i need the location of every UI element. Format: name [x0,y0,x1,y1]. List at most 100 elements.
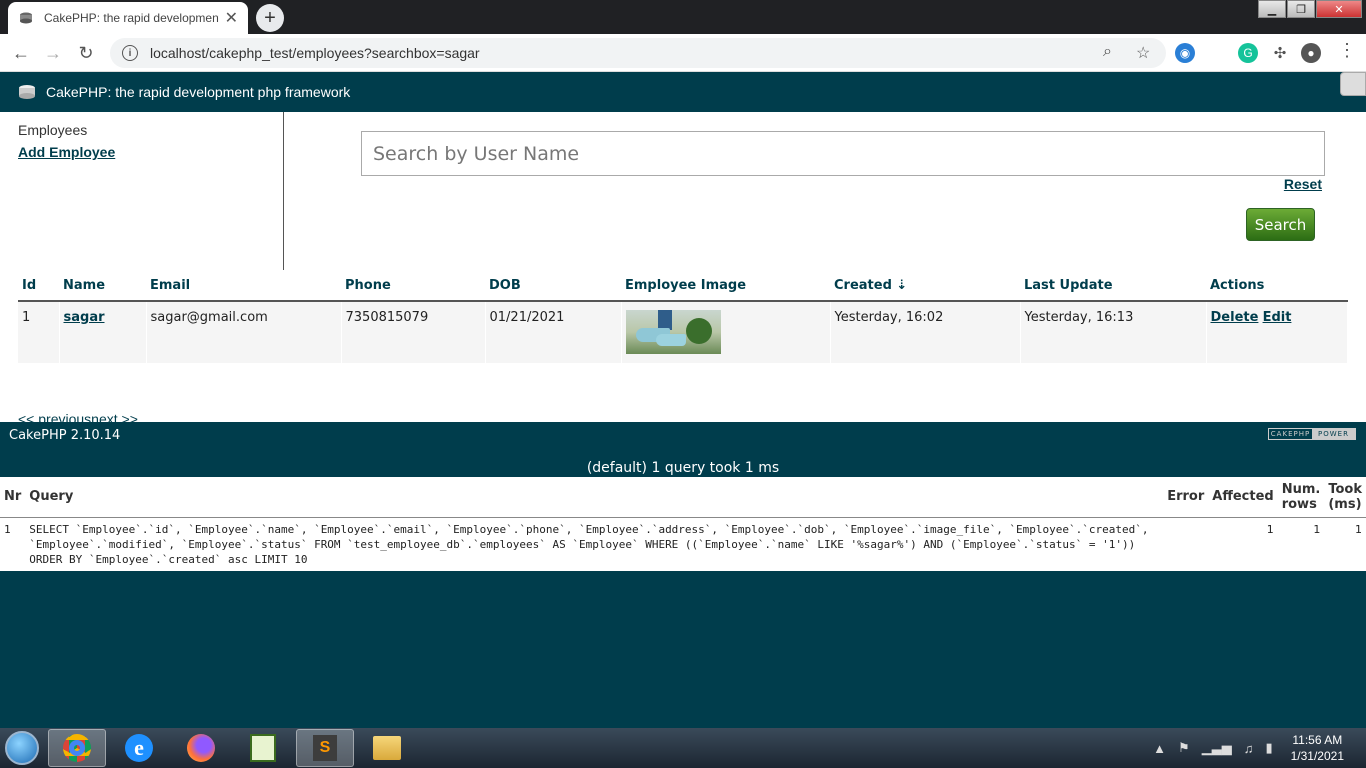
clock[interactable]: 11:56 AM 1/31/2021 [1291,732,1344,764]
col-header-phone[interactable]: Phone [341,276,485,302]
start-button[interactable] [0,728,44,768]
window-controls: ▁ ❐ ✕ [1257,0,1362,20]
taskbar-chrome[interactable] [48,729,106,767]
menu-kebab-icon[interactable]: ⋮ [1338,40,1356,61]
cell-created: Yesterday, 16:02 [830,301,1021,363]
sublime-text-icon: S [313,735,337,761]
window-close-icon[interactable]: ✕ [1316,0,1362,18]
back-arrow-icon[interactable]: ← [10,42,32,64]
tray-expand-icon[interactable]: ▲ [1153,741,1166,756]
sql-col-affected: Affected [1208,477,1278,518]
bookmark-star-icon[interactable]: ☆ [1136,43,1150,63]
taskbar-explorer[interactable] [358,729,416,767]
employee-name-link[interactable]: sagar [64,310,105,325]
cell-dob: 01/21/2021 [485,301,622,363]
sql-col-num-rows: Num. rows [1277,477,1325,518]
col-header-image[interactable]: Employee Image [621,276,830,302]
sql-col-nr: Nr [0,477,26,518]
search-input[interactable] [361,131,1325,176]
forward-arrow-icon[interactable]: → [42,42,64,64]
sidebar-heading: Employees [18,122,88,138]
app-root: CakePHP: the rapid development php frame… [0,72,1366,427]
browser-tab-strip: CakePHP: the rapid development ✕ + ▁ ❐ ✕ [0,0,1366,34]
col-header-created[interactable]: Created ⇣ [830,276,1020,302]
url-omnibox[interactable]: i localhost/cakephp_test/employees?searc… [110,38,1166,68]
site-info-icon[interactable]: i [122,45,138,61]
delete-link[interactable]: Delete [1211,310,1259,325]
col-header-actions: Actions [1206,276,1348,302]
employees-table: Id Name Email Phone DOB Employee Image C… [18,276,1348,363]
reset-link[interactable]: Reset [1284,176,1322,192]
sql-cell-took: 1 [1355,522,1362,536]
app-header: CakePHP: the rapid development php frame… [0,72,1366,112]
browser-tab[interactable]: CakePHP: the rapid development ✕ [8,2,248,34]
sidebar: Employees Add Employee [0,112,284,270]
zoom-icon[interactable]: ⌕ [1103,43,1112,61]
edit-link[interactable]: Edit [1263,310,1292,325]
cell-email: sagar@gmail.com [146,301,342,363]
table-row: 1 sagar sagar@gmail.com 7350815079 01/21… [18,301,1348,363]
cakephp-logo-icon [19,85,35,99]
address-bar-row: ← → ↻ i localhost/cakephp_test/employees… [0,34,1366,72]
taskbar-firefox[interactable] [172,729,230,767]
extension-globe-icon[interactable]: ◉ [1175,43,1195,63]
cell-image [621,301,831,363]
url-text: localhost/cakephp_test/employees?searchb… [150,45,480,61]
tab-close-icon[interactable]: ✕ [225,8,238,28]
grammarly-icon[interactable]: G [1238,43,1258,63]
table-header-row: Id Name Email Phone DOB Employee Image C… [18,276,1348,302]
sql-log-table: Nr Query Error Affected Num. rows Took (… [0,477,1366,571]
cakephp-power-badge[interactable]: CAKEPHP POWER [1268,428,1356,440]
extensions-puzzle-icon[interactable]: ✣ [1270,43,1290,63]
network-signal-icon[interactable]: ▁▃▅ [1202,740,1232,756]
col-header-last-update[interactable]: Last Update [1020,276,1206,302]
maximize-icon[interactable]: ❐ [1287,0,1315,18]
col-header-name[interactable]: Name [59,276,146,302]
taskbar-sublime[interactable]: S [296,729,354,767]
cell-last-update: Yesterday, 16:13 [1020,301,1207,363]
system-tray: ▲ ⚑ ▁▃▅ ♫ ▮ 11:56 AM 1/31/2021 [1147,728,1366,768]
employee-image [625,310,721,354]
sql-col-took: Took (ms) [1324,477,1366,518]
sql-row: 1 SELECT `Employee`.`id`, `Employee`.`na… [0,517,1366,571]
sql-log-caption: (default) 1 query took 1 ms [586,460,780,476]
clock-time: 11:56 AM [1292,733,1343,747]
windows-taskbar: e S ▲ ⚑ ▁▃▅ ♫ ▮ 11:56 AM 1/31/2021 [0,728,1366,768]
sql-cell-error [1163,517,1208,571]
taskbar-ie[interactable]: e [110,729,168,767]
chrome-icon [63,734,91,762]
taskbar-notepad[interactable] [234,729,292,767]
cell-name: sagar [59,301,147,363]
new-tab-button[interactable]: + [256,4,284,32]
cakephp-version: CakePHP 2.10.14 [9,428,121,443]
power-badge-left: CAKEPHP [1270,430,1311,438]
sql-cell-nr: 1 [4,522,11,536]
notepad-plus-icon [250,734,276,762]
sql-cell-affected: 1 [1266,522,1274,536]
action-center-flag-icon[interactable]: ⚑ [1178,740,1190,756]
sql-col-error: Error [1163,477,1209,518]
sql-col-query: Query [25,477,1164,518]
battery-icon[interactable]: ▮ [1265,740,1272,756]
search-button[interactable]: Search [1246,208,1315,241]
col-header-id[interactable]: Id [18,276,59,302]
profile-avatar-icon[interactable]: ● [1301,43,1321,63]
firefox-icon [187,734,215,762]
main-content: Employees Add Employee Reset Search Id N… [0,112,1366,427]
sql-cell-num-rows: 1 [1313,522,1321,536]
debug-kit-icon[interactable] [1340,72,1366,96]
minimize-icon[interactable]: ▁ [1258,0,1286,18]
col-header-dob[interactable]: DOB [485,276,621,302]
cell-id: 1 [18,301,60,363]
windows-orb-icon [5,731,39,765]
add-employee-link[interactable]: Add Employee [18,144,115,160]
volume-icon[interactable]: ♫ [1244,741,1254,756]
app-title: CakePHP: the rapid development php frame… [46,84,351,100]
cell-actions: Delete Edit [1206,301,1348,363]
power-badge-right: POWER [1312,429,1355,439]
col-header-email[interactable]: Email [146,276,341,302]
reload-icon[interactable]: ↻ [75,42,97,64]
footer: CakePHP 2.10.14 CAKEPHP POWER [0,422,1366,450]
clock-date: 1/31/2021 [1290,749,1344,763]
folder-icon [373,736,401,760]
